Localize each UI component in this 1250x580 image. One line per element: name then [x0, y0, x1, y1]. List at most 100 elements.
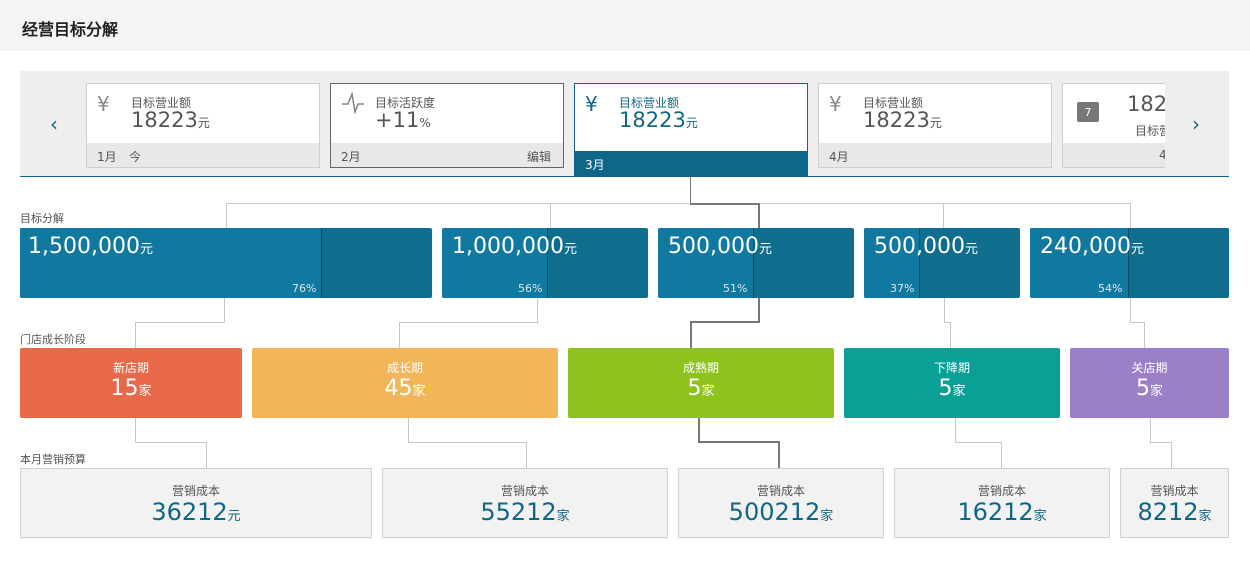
card-value: 182: [1127, 92, 1165, 116]
connector: [1130, 322, 1145, 323]
card-month: 3月: [585, 158, 605, 172]
connector: [408, 442, 527, 443]
card-value: 18223元: [619, 108, 698, 132]
connector: [1130, 203, 1131, 228]
budget-card[interactable]: 营销成本 55212家: [382, 468, 668, 538]
connector: [1150, 418, 1151, 443]
target-percent: 54%: [1098, 282, 1123, 295]
card-month: 1月: [97, 150, 117, 164]
connector: [758, 203, 760, 228]
stage-name: 关店期: [1131, 361, 1168, 375]
stage-new-store[interactable]: 新店期 15家: [20, 348, 242, 418]
carousel-baseline: [20, 176, 1229, 177]
stage-mature[interactable]: 成熟期 5家: [568, 348, 834, 418]
target-bar[interactable]: 500,000元 37%: [864, 228, 1020, 298]
budget-name: 营销成本: [500, 484, 549, 498]
budget-card[interactable]: 营销成本 500212家: [678, 468, 884, 538]
yuan-icon: ¥: [97, 92, 110, 116]
target-amount: 500,000元: [668, 234, 772, 259]
card-footer: 1月 今: [87, 143, 319, 167]
connector: [1144, 322, 1145, 348]
budget-value: 8212家: [1137, 498, 1212, 526]
progress-divider: [321, 228, 322, 298]
budget-value: 16212家: [957, 498, 1047, 526]
month-card-1[interactable]: ¥ 目标营业额 18223元 1月 今: [86, 83, 320, 168]
connector: [135, 322, 225, 323]
month-card-5-partial[interactable]: 7 182 目标营 4: [1062, 83, 1165, 168]
connector: [135, 418, 136, 443]
target-amount: 500,000元: [874, 234, 978, 259]
budget-card[interactable]: 营销成本 8212家: [1120, 468, 1229, 538]
stage-closing[interactable]: 关店期 5家: [1070, 348, 1229, 418]
connector: [226, 203, 227, 228]
month-card-4[interactable]: ¥ 目标营业额 18223元 4月: [818, 83, 1052, 168]
target-percent: 56%: [518, 282, 543, 295]
budget-card[interactable]: 营销成本 36212元: [20, 468, 372, 538]
target-amount: 1,000,000元: [452, 234, 577, 259]
targets-section-label: 目标分解: [20, 212, 64, 225]
target-percent: 37%: [890, 282, 915, 295]
stage-decline[interactable]: 下降期 5家: [844, 348, 1060, 418]
stage-growth[interactable]: 成长期 45家: [252, 348, 558, 418]
target-percent: 51%: [723, 282, 748, 295]
target-bar[interactable]: 500,000元 51%: [658, 228, 854, 298]
connector: [758, 298, 760, 323]
target-bar[interactable]: 1,500,000元 76%: [20, 228, 432, 298]
connector: [408, 418, 409, 443]
page-title: 经营目标分解: [22, 20, 119, 39]
budget-name: 营销成本: [171, 484, 220, 498]
connector: [950, 322, 951, 348]
month-card-2[interactable]: 目标活跃度 +11% 2月 编辑: [330, 83, 564, 168]
target-bar[interactable]: 1,000,000元 56%: [442, 228, 648, 298]
card-month: 4: [1159, 148, 1165, 162]
connector: [135, 442, 207, 443]
month-card-3-active[interactable]: ¥ 目标营业额 18223元 3月: [574, 83, 808, 177]
connector: [698, 418, 700, 443]
next-arrow-button[interactable]: ›: [1184, 112, 1208, 136]
budget-name: 营销成本: [1150, 484, 1199, 498]
card-value: 18223元: [131, 108, 210, 132]
connector: [1001, 442, 1002, 468]
card-footer: 3月: [575, 151, 807, 176]
card-footer: 4: [1063, 143, 1165, 167]
stage-name: 成熟期: [682, 361, 719, 375]
stage-name: 下降期: [933, 361, 970, 375]
stage-count: 5家: [938, 376, 966, 401]
connector: [550, 203, 551, 228]
stage-name: 成长期: [386, 361, 423, 375]
stage-count: 5家: [687, 376, 715, 401]
budget-name: 营销成本: [977, 484, 1026, 498]
connector: [526, 442, 527, 468]
stage-count: 45家: [384, 376, 426, 401]
connector: [206, 442, 207, 468]
card-month: 2月: [341, 150, 361, 164]
connector: [698, 441, 779, 443]
connector: [943, 203, 944, 228]
connector: [1171, 442, 1172, 468]
stage-count: 15家: [110, 376, 152, 401]
connector: [224, 298, 225, 323]
edit-link[interactable]: 编辑: [527, 148, 551, 165]
card-value: 18223元: [863, 108, 942, 132]
trend-icon: [341, 91, 365, 119]
connector: [690, 203, 759, 205]
target-amount: 1,500,000元: [28, 234, 153, 259]
target-bar[interactable]: 240,000元 54%: [1030, 228, 1229, 298]
calendar-icon: 7: [1077, 102, 1099, 122]
stages-section-label: 门店成长阶段: [20, 333, 86, 346]
card-footer: 4月: [819, 143, 1051, 167]
budget-value: 36212元: [151, 498, 241, 526]
stage-count: 5家: [1135, 376, 1163, 401]
yuan-icon: ¥: [585, 92, 598, 116]
budget-card[interactable]: 营销成本 16212家: [894, 468, 1110, 538]
card-footer: 2月 编辑: [331, 143, 563, 167]
connector: [944, 298, 945, 323]
connector: [226, 203, 1131, 204]
connector: [1150, 442, 1172, 443]
prev-arrow-button[interactable]: ‹: [42, 112, 66, 136]
connector: [955, 418, 956, 443]
connector: [399, 322, 538, 323]
budget-value: 55212家: [480, 498, 570, 526]
connector: [690, 177, 691, 204]
connector: [135, 322, 136, 348]
